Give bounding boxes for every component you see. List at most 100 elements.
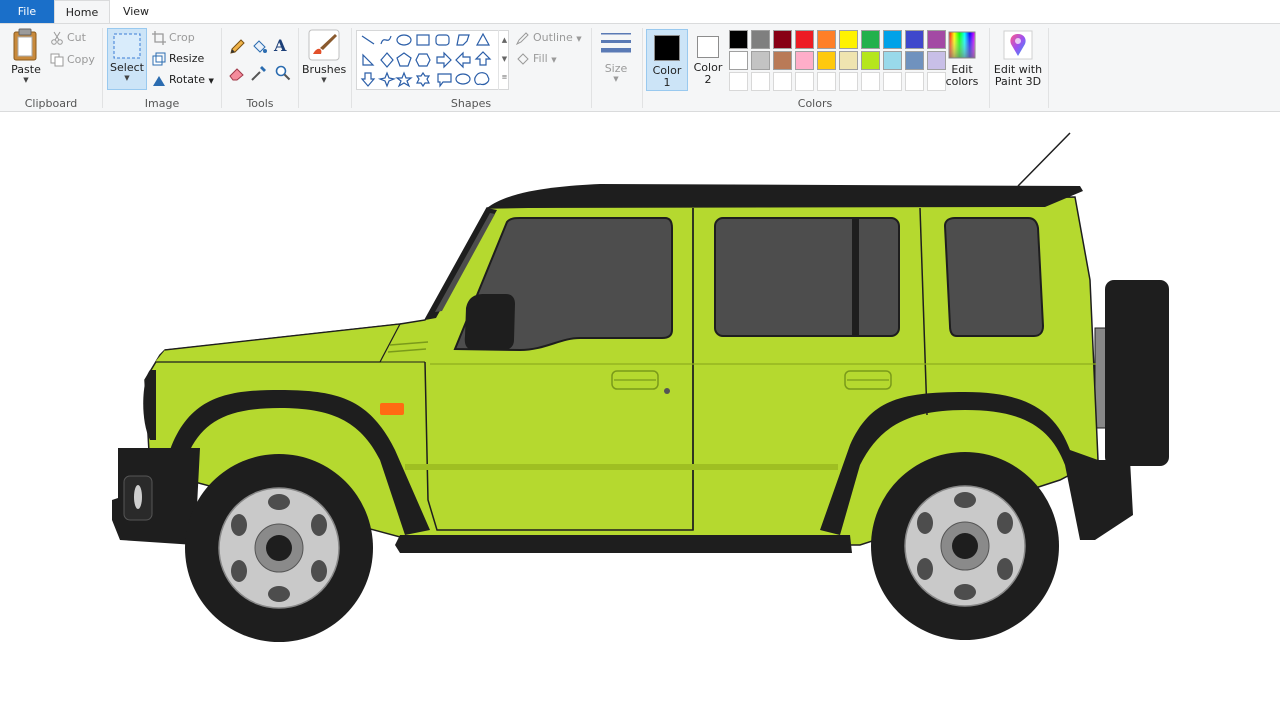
palette-color-swatch[interactable]	[905, 51, 924, 70]
palette-color-swatch[interactable]	[773, 30, 792, 49]
copy-label: Copy	[67, 53, 95, 66]
rounded-rectangle-shape-icon	[435, 34, 450, 46]
shapes-gallery-scroll[interactable]: ▲ ▼ ≡	[498, 30, 510, 90]
tools-group-label: Tools	[246, 97, 274, 110]
shapes-group: ▲ ▼ ≡ Outline ▼ Fill ▼ Shapes	[352, 24, 590, 112]
front-wheel	[185, 454, 373, 642]
palette-custom-slot[interactable]	[751, 72, 770, 91]
copy-icon	[50, 53, 64, 67]
color-picker-icon[interactable]	[250, 64, 268, 82]
magnifier-icon[interactable]	[274, 64, 292, 82]
palette-color-swatch[interactable]	[795, 51, 814, 70]
spare-tire	[1105, 280, 1169, 466]
crop-label: Crop	[169, 31, 195, 44]
palette-color-swatch[interactable]	[729, 51, 748, 70]
shapes-gallery[interactable]: ▲ ▼ ≡	[356, 30, 509, 90]
copy-button[interactable]: Copy	[50, 50, 95, 70]
palette-color-swatch[interactable]	[839, 51, 858, 70]
palette-color-swatch[interactable]	[751, 51, 770, 70]
palette-custom-slot[interactable]	[773, 72, 792, 91]
palette-custom-slot[interactable]	[817, 72, 836, 91]
pencil-icon[interactable]	[228, 38, 246, 56]
down-arrow-shape-icon	[360, 72, 376, 87]
rear-wheel	[871, 452, 1059, 640]
roof	[487, 184, 1083, 208]
edit-colors-label-2: colors	[945, 75, 979, 88]
chevron-down-icon[interactable]: ▼	[499, 50, 510, 68]
rotate-button[interactable]: Rotate ▼	[152, 70, 214, 90]
paste-button[interactable]: Paste ▼	[6, 28, 46, 84]
palette-color-swatch[interactable]	[861, 51, 880, 70]
suv-drawing	[112, 132, 1169, 642]
tab-file[interactable]: File	[0, 0, 54, 23]
outline-button[interactable]: Outline ▼	[515, 28, 582, 48]
text-icon[interactable]: A	[274, 36, 286, 55]
line-size-icon	[601, 33, 631, 53]
palette-custom-slot[interactable]	[795, 72, 814, 91]
chevron-down-icon: ▼	[208, 77, 214, 85]
color-1-button[interactable]: Color 1	[646, 29, 688, 91]
divider	[298, 28, 299, 108]
pentagon-shape-icon	[396, 52, 412, 67]
paint-3d-icon	[1003, 30, 1033, 60]
fill-label: Fill	[533, 52, 548, 65]
tab-home[interactable]: Home	[54, 0, 110, 24]
size-label: Size	[604, 62, 628, 75]
tools-group: A Tools	[222, 24, 298, 112]
oval-shape-icon	[396, 34, 412, 46]
left-arrow-shape-icon	[455, 51, 471, 69]
eraser-icon[interactable]	[228, 64, 246, 82]
resize-label: Resize	[169, 52, 205, 65]
fog-light	[134, 485, 142, 509]
select-button[interactable]: Select ▼	[107, 28, 147, 90]
palette-color-swatch[interactable]	[905, 30, 924, 49]
chevron-down-icon: ▼	[23, 76, 29, 84]
rounded-callout-shape-icon	[437, 73, 452, 88]
crop-button[interactable]: Crop	[152, 28, 195, 48]
image-group-label: Image	[144, 97, 180, 110]
edit-with-paint-3d-button[interactable]: Edit with Paint 3D	[992, 30, 1044, 88]
oval-callout-shape-icon	[455, 73, 471, 85]
resize-button[interactable]: Resize	[152, 49, 204, 69]
polygon-shape-icon	[456, 34, 470, 46]
palette-color-swatch[interactable]	[795, 30, 814, 49]
drawing-canvas[interactable]	[0, 113, 1280, 720]
select-rectangle-icon	[113, 33, 141, 59]
palette-custom-slot[interactable]	[905, 72, 924, 91]
palette-custom-slot[interactable]	[839, 72, 858, 91]
palette-color-swatch[interactable]	[729, 30, 748, 49]
palette-custom-slot[interactable]	[861, 72, 880, 91]
palette-color-swatch[interactable]	[861, 30, 880, 49]
color-2-number: 2	[704, 73, 712, 86]
palette-color-swatch[interactable]	[839, 30, 858, 49]
edit-colors-button[interactable]: Edit colors	[940, 30, 984, 88]
outline-brush-icon	[515, 31, 529, 45]
tab-view[interactable]: View	[110, 0, 162, 23]
fill-bucket-icon[interactable]	[250, 38, 268, 56]
rear-quarter-window	[943, 217, 1045, 337]
fill-button[interactable]: Fill ▼	[515, 49, 557, 69]
divider	[989, 28, 990, 108]
palette-color-swatch[interactable]	[817, 30, 836, 49]
cut-button[interactable]: Cut	[50, 28, 86, 48]
size-button[interactable]: Size ▼	[595, 30, 637, 83]
brushes-button[interactable]: Brushes ▼	[302, 28, 346, 84]
palette-color-swatch[interactable]	[773, 51, 792, 70]
palette-color-swatch[interactable]	[883, 51, 902, 70]
chevron-up-icon[interactable]: ▲	[499, 30, 510, 50]
curve-shape-icon	[380, 35, 392, 45]
five-point-star-shape-icon	[395, 71, 413, 88]
palette-color-swatch[interactable]	[751, 30, 770, 49]
chevron-down-icon: ▼	[124, 74, 130, 82]
palette-color-swatch[interactable]	[883, 30, 902, 49]
side-sill	[395, 535, 852, 553]
palette-color-swatch[interactable]	[817, 51, 836, 70]
rotate-icon	[153, 76, 165, 86]
palette-custom-slot[interactable]	[883, 72, 902, 91]
divider	[1048, 28, 1049, 108]
palette-custom-slot[interactable]	[729, 72, 748, 91]
triangle-shape-icon	[475, 32, 491, 46]
colors-group: Color 1 Color 2 Edit colors Colors	[643, 24, 987, 112]
expand-gallery-icon[interactable]: ≡	[499, 68, 510, 86]
color-2-button[interactable]: Color 2	[687, 29, 729, 91]
